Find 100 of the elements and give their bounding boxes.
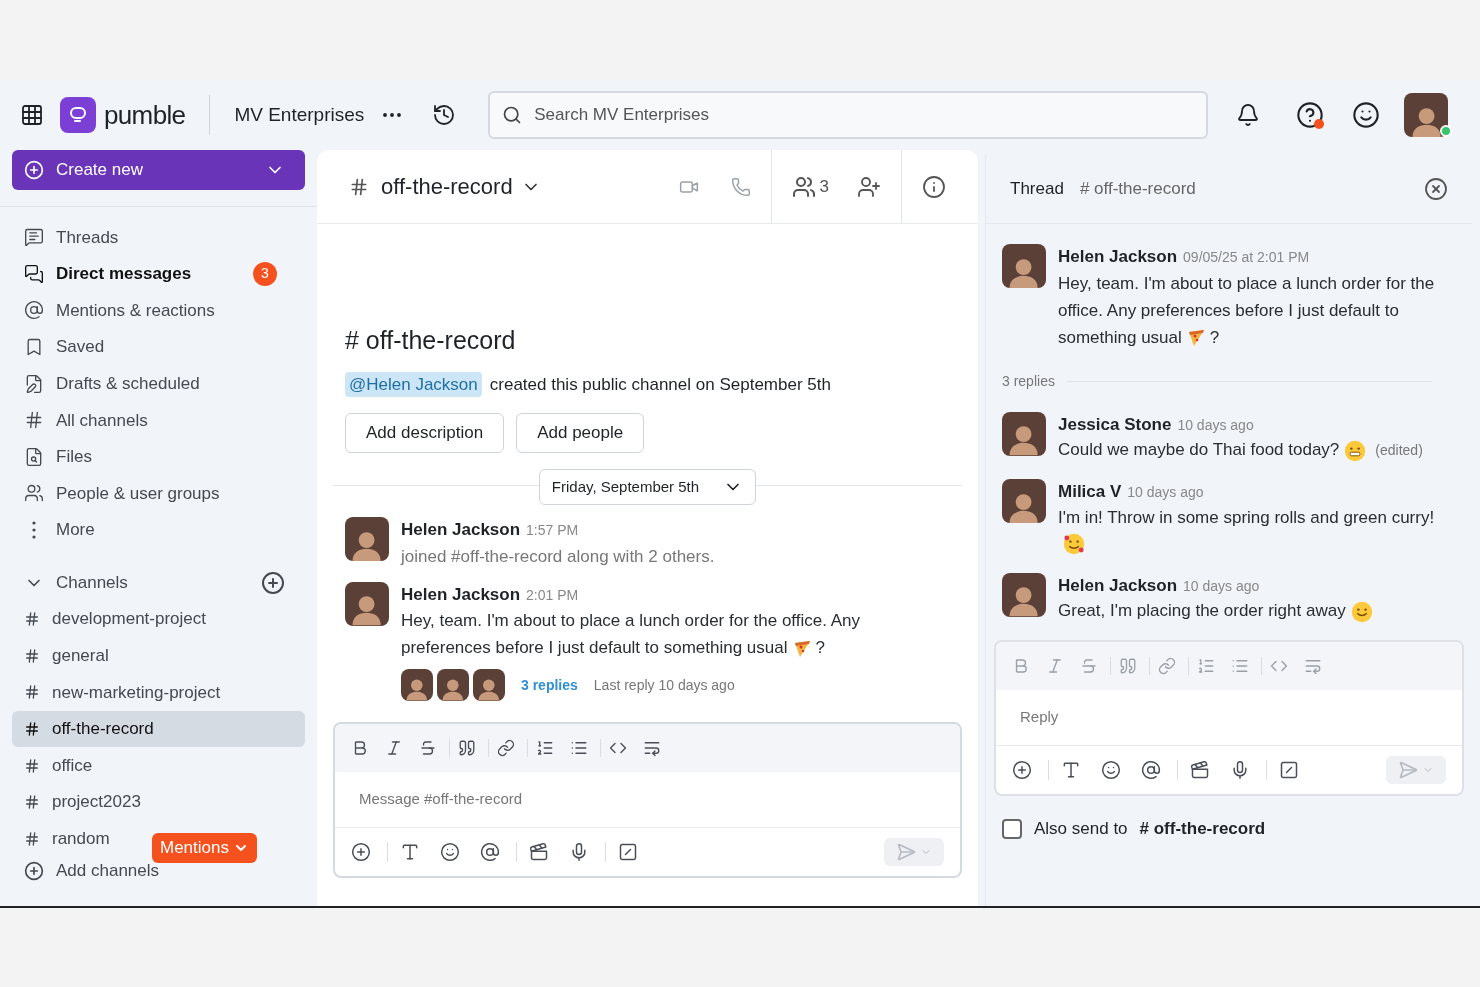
avatar <box>345 517 389 561</box>
numbered-list-icon[interactable] <box>536 739 554 757</box>
avatar <box>401 669 433 701</box>
text-size-icon[interactable] <box>400 842 420 862</box>
bell-icon[interactable] <box>1236 103 1261 127</box>
add-member-icon[interactable] <box>857 174 881 199</box>
quote-icon[interactable] <box>458 739 476 757</box>
message-time: 1:57 PM <box>526 521 579 540</box>
slash-command-icon[interactable] <box>618 842 638 862</box>
hash-icon <box>24 721 40 737</box>
message-text: I'm in! Throw in some spring rolls and green curry! <box>1058 504 1456 557</box>
channel-item[interactable]: office <box>12 747 105 784</box>
avatar <box>1002 411 1046 456</box>
info-icon[interactable] <box>922 174 946 199</box>
message-time: 09/05/25 at 2:01 PM <box>1183 248 1310 267</box>
sidebar-item[interactable]: Mentions & reactions <box>12 292 305 329</box>
channel-item[interactable]: general <box>12 637 121 675</box>
intro-button[interactable]: Add people <box>516 413 645 453</box>
sidebar-item[interactable]: Saved <box>12 328 305 366</box>
sidebar-item[interactable]: Files <box>12 438 305 476</box>
sidebar-item[interactable]: Drafts & scheduled <box>12 365 305 402</box>
members-count[interactable]: 3 <box>791 173 829 200</box>
search-field[interactable]: Search MV Enterprises <box>488 91 1209 139</box>
hash-icon <box>349 176 369 197</box>
text-size-icon[interactable] <box>1061 760 1081 780</box>
add-channel-icon[interactable] <box>261 570 285 595</box>
channel-item[interactable]: off-the-record <box>12 710 305 748</box>
channel-item[interactable]: project2023 <box>12 783 153 821</box>
sidebar-item[interactable]: Threads <box>12 219 305 256</box>
add-icon[interactable] <box>351 842 371 862</box>
intro-text: created this public channel on September 5th <box>489 373 831 396</box>
channel-item[interactable]: random <box>12 820 122 858</box>
channel-title[interactable]: off-the-record <box>381 170 513 203</box>
author-name[interactable]: Helen Jackson <box>1058 244 1178 270</box>
hash-icon <box>24 794 40 811</box>
replies-link[interactable]: 3 replies <box>521 674 578 696</box>
edited-label: (edited) <box>1375 442 1423 458</box>
sidebar-item[interactable]: More <box>12 511 305 549</box>
help-icon[interactable] <box>1296 101 1325 129</box>
message-time: 10 days ago <box>1177 415 1254 435</box>
checkbox-label: Also send to <box>1034 818 1128 840</box>
sidebar-item[interactable]: Direct messages 3 <box>12 255 305 293</box>
reply-input[interactable]: Reply <box>1020 706 1438 729</box>
date-dropdown[interactable]: Friday, September 5th <box>538 469 757 505</box>
media-icon[interactable] <box>1190 760 1210 780</box>
mention-icon[interactable] <box>1141 760 1161 780</box>
slash-command-icon[interactable] <box>1279 760 1299 780</box>
emoji-icon[interactable] <box>1101 760 1121 780</box>
emoji-status-icon[interactable] <box>1352 101 1381 129</box>
author-name[interactable]: Milica V <box>1058 479 1122 505</box>
chat-bubbles-icon <box>24 263 44 284</box>
smiley-icon <box>1343 438 1368 463</box>
phone-icon[interactable] <box>730 176 751 197</box>
threads-icon <box>24 227 44 248</box>
sidebar-item[interactable]: All channels <box>12 401 305 439</box>
close-icon[interactable] <box>1424 176 1448 201</box>
mention-tag[interactable]: @Helen Jackson <box>345 371 482 397</box>
workspace-name[interactable]: MV Enterprises <box>234 100 365 130</box>
smiley-icon <box>1062 532 1086 556</box>
microphone-icon[interactable] <box>1230 760 1250 780</box>
author-name[interactable]: Helen Jackson <box>401 581 521 607</box>
bullet-list-icon[interactable] <box>570 739 588 757</box>
sidebar-item[interactable]: People & user groups <box>12 475 305 512</box>
message-text: Great, I'm placing the order right away <box>1058 598 1378 624</box>
logo-text: pumble <box>104 98 186 132</box>
channel-item[interactable]: development-project <box>12 600 219 638</box>
hash-icon <box>24 830 40 847</box>
media-icon[interactable] <box>529 842 549 862</box>
channels-header[interactable]: Channels <box>12 564 305 601</box>
create-new-button[interactable]: Create new <box>12 150 305 190</box>
mention-icon[interactable] <box>480 842 500 862</box>
checkbox[interactable] <box>1002 818 1022 839</box>
add-icon[interactable] <box>1012 760 1032 780</box>
send-icon <box>896 842 916 862</box>
app-grid-icon[interactable] <box>20 103 44 127</box>
author-name[interactable]: Helen Jackson <box>1058 572 1178 598</box>
author-name[interactable]: Jessica Stone <box>1058 411 1172 437</box>
hash-icon <box>24 611 40 628</box>
avatar <box>437 669 469 701</box>
message-text: joined #off-the-record along with 2 others. <box>401 545 715 568</box>
history-icon[interactable] <box>432 103 457 127</box>
hash-icon <box>24 684 40 701</box>
avatar <box>1002 479 1046 523</box>
at-sign-icon <box>24 300 44 321</box>
message-input[interactable]: Message #off-the-record <box>359 788 936 811</box>
intro-button[interactable]: Add description <box>345 413 505 453</box>
channel-item[interactable]: new-marketing-project <box>12 674 233 711</box>
emoji-icon[interactable] <box>440 842 460 862</box>
code-block-icon[interactable] <box>643 739 661 757</box>
message-time: 10 days ago <box>1127 483 1204 502</box>
send-icon <box>1398 760 1418 780</box>
search-input[interactable]: Search MV Enterprises <box>534 102 1195 128</box>
thread-channel[interactable]: # off-the-record <box>1079 175 1196 202</box>
italic-icon[interactable] <box>385 739 403 757</box>
link-icon[interactable] <box>497 739 515 757</box>
author-name[interactable]: Helen Jackson <box>401 517 521 543</box>
strikethrough-icon[interactable] <box>419 739 437 757</box>
add-icon <box>24 861 44 882</box>
microphone-icon[interactable] <box>569 842 589 862</box>
logo-icon <box>60 97 96 133</box>
